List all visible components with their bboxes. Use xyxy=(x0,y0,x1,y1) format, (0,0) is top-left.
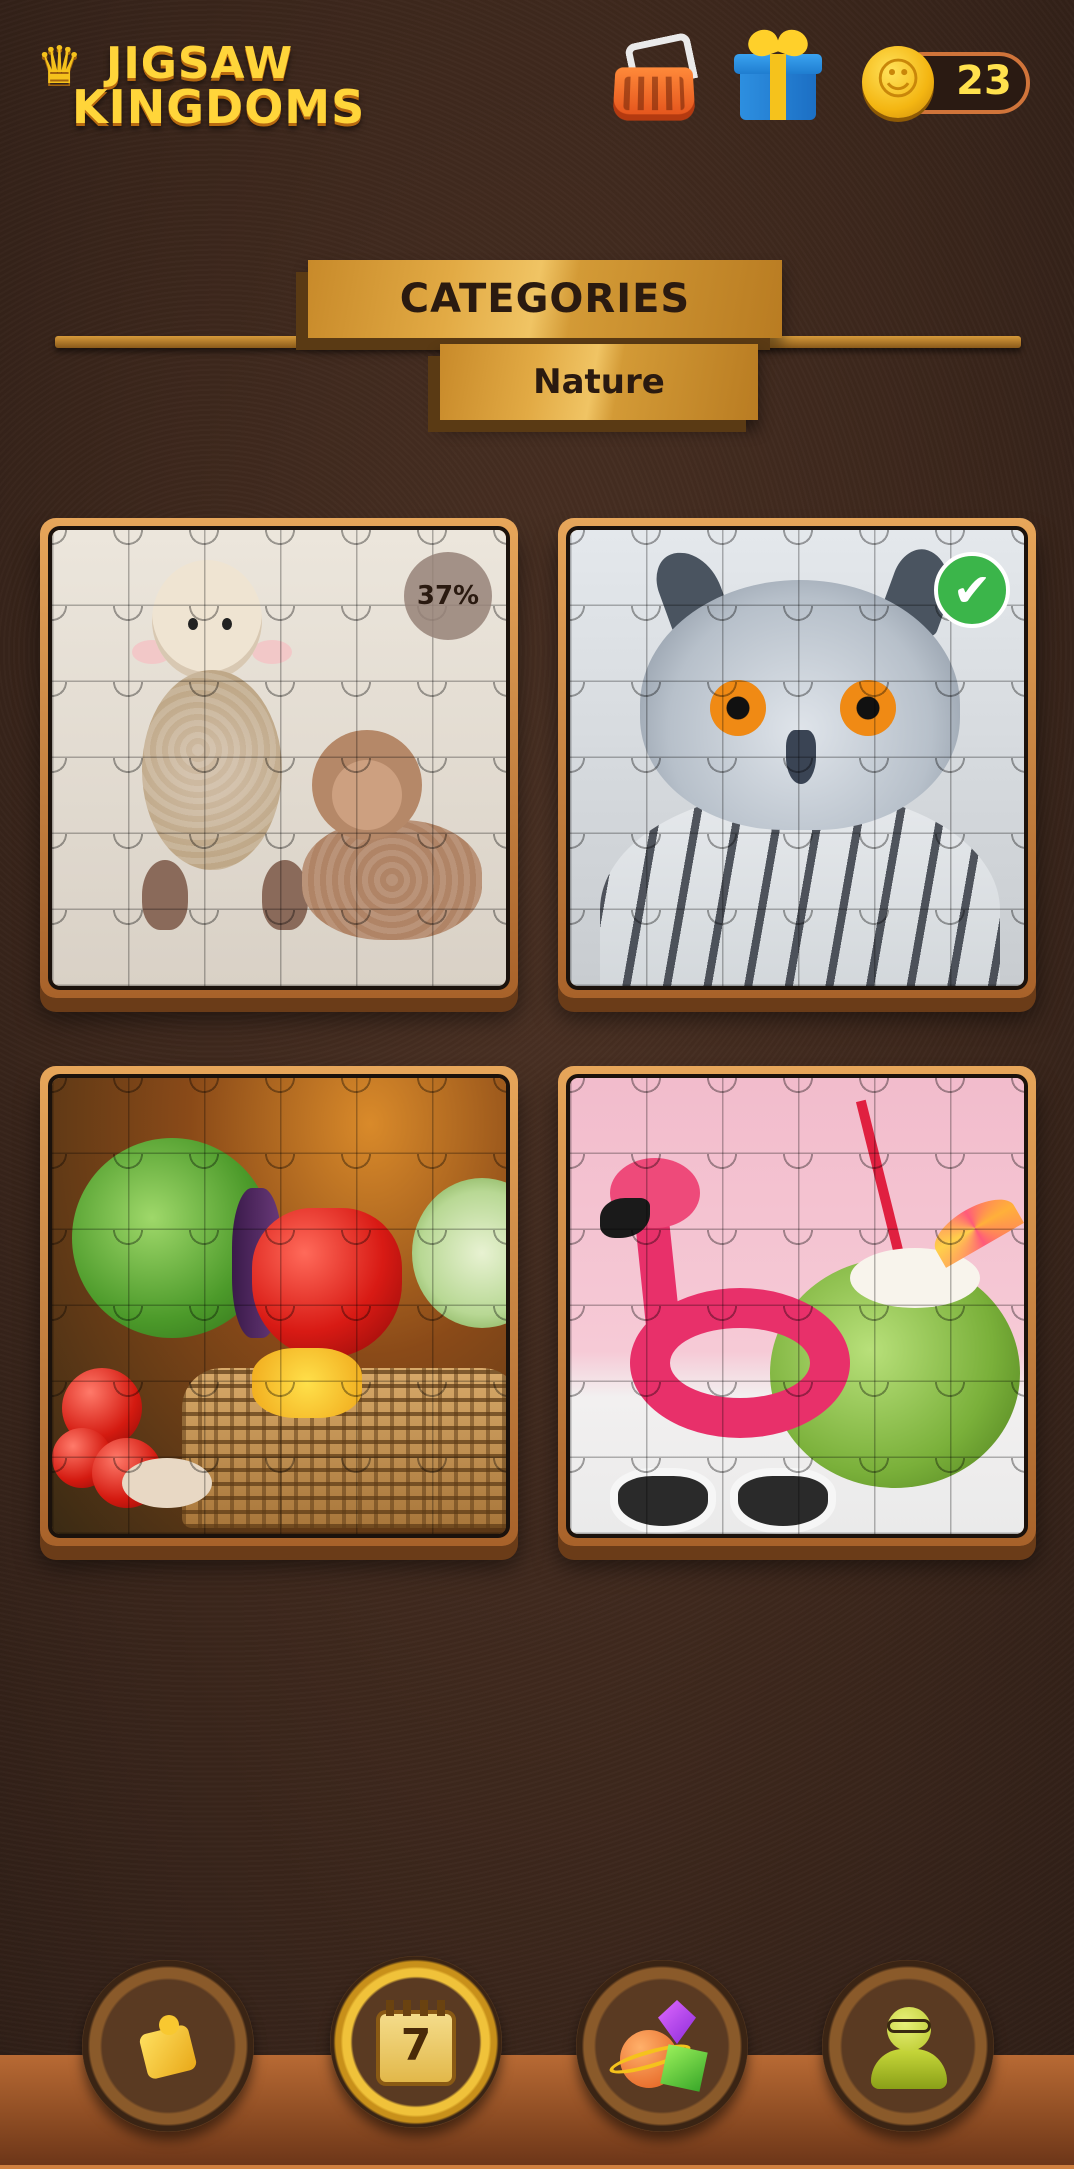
nav-profile-button[interactable] xyxy=(822,1960,994,2132)
gift-button[interactable] xyxy=(730,24,826,120)
puzzle-grid-overlay xyxy=(52,1078,506,1534)
puzzle-grid-overlay xyxy=(570,1078,1024,1534)
profile-icon xyxy=(863,2001,953,2091)
coin-icon xyxy=(862,46,934,118)
puzzle-card-sheep[interactable]: 37% xyxy=(40,518,518,998)
puzzle-card-flamingo[interactable] xyxy=(558,1066,1036,1546)
category-name: Nature xyxy=(440,344,758,420)
coin-balance[interactable]: 23 xyxy=(862,46,1034,118)
planet-collection-icon xyxy=(607,1996,712,2096)
logo-line2: KINGDOMS xyxy=(72,80,366,134)
puzzle-piece-icon xyxy=(133,2011,203,2081)
shop-button[interactable] xyxy=(606,30,702,126)
daily-calendar-icon: 7 xyxy=(372,1996,460,2088)
app-logo: ♛ JIGSAW KINGDOMS xyxy=(36,36,366,136)
daily-day-number: 7 xyxy=(400,2020,432,2071)
nav-collection-button[interactable] xyxy=(576,1960,748,2132)
puzzle-card-vegetables[interactable] xyxy=(40,1066,518,1546)
coin-count: 23 xyxy=(956,58,1012,104)
nav-daily-button[interactable]: 7 xyxy=(330,1956,502,2128)
page-title: CATEGORIES xyxy=(308,260,782,338)
completed-check-icon: ✔ xyxy=(934,552,1010,628)
puzzle-card-owl[interactable]: ✔ xyxy=(558,518,1036,998)
nav-puzzles-button[interactable] xyxy=(82,1960,254,2132)
progress-badge: 37% xyxy=(404,552,492,640)
